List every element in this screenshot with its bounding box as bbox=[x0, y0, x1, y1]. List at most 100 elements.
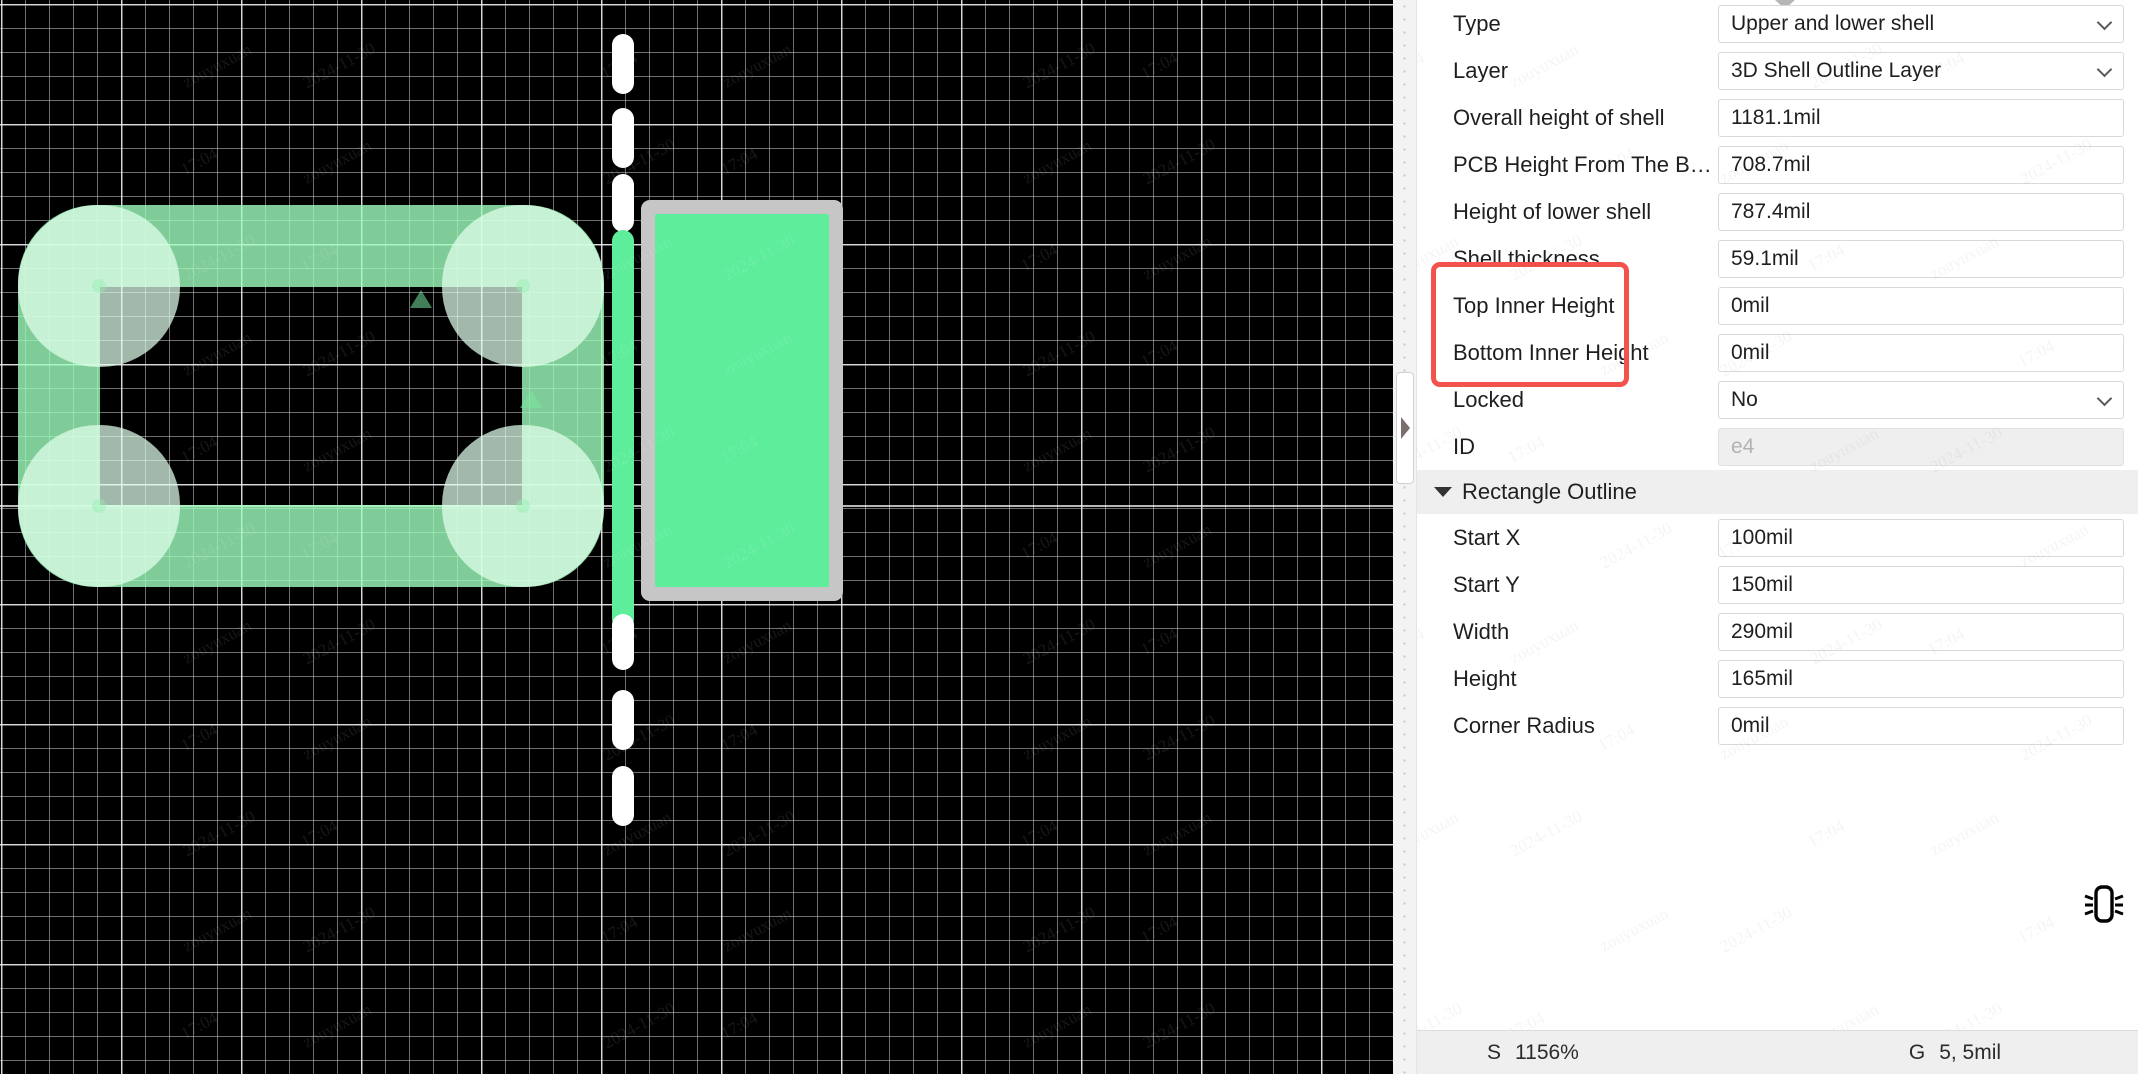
property-value: 59.1mil bbox=[1731, 248, 1799, 269]
chevron-down-icon[interactable] bbox=[2096, 14, 2113, 30]
property-row: Type Upper and lower shell bbox=[1417, 0, 2138, 47]
property-input[interactable]: 290mil bbox=[1718, 612, 2124, 651]
status-bar: S 1156% G 5, 5mil bbox=[1417, 1030, 2138, 1074]
property-row: Bottom Inner Height 0mil bbox=[1417, 329, 2138, 376]
property-label: Locked bbox=[1453, 388, 1524, 411]
panel-splitter[interactable] bbox=[1393, 0, 1417, 1074]
property-value: 150mil bbox=[1731, 574, 1793, 595]
property-row: Start Y 150mil bbox=[1417, 561, 2138, 608]
property-input[interactable]: 59.1mil bbox=[1718, 239, 2124, 278]
group-property-list: Start X 100mil Start Y 150mil Width 290mil Hei… bbox=[1417, 514, 2138, 749]
watermark-text: 2024-11-30 bbox=[1927, 999, 2006, 1030]
watermark-text: zouyuxuan bbox=[1597, 904, 1672, 957]
property-row: Overall height of shell 1181.1mil bbox=[1417, 94, 2138, 141]
property-value: 290mil bbox=[1731, 621, 1793, 642]
property-input[interactable]: 165mil bbox=[1718, 659, 2124, 698]
property-label: Layer bbox=[1453, 59, 1509, 82]
status-snap-value: 1156% bbox=[1515, 1041, 1579, 1064]
property-label: ID bbox=[1453, 435, 1475, 458]
property-select[interactable]: 3D Shell Outline Layer bbox=[1718, 51, 2124, 90]
property-input[interactable]: 708.7mil bbox=[1718, 145, 2124, 184]
watermark-text: zouyuxuan bbox=[1417, 808, 1462, 861]
property-label: Bottom Inner Height bbox=[1453, 341, 1649, 364]
status-grid-key: G bbox=[1908, 1041, 1926, 1064]
property-row: Height of lower shell 787.4mil bbox=[1417, 188, 2138, 235]
component-resize-cursor-icon bbox=[2084, 885, 2124, 923]
property-select[interactable]: No bbox=[1718, 380, 2124, 419]
property-row: Locked No bbox=[1417, 376, 2138, 423]
property-input[interactable]: 1181.1mil bbox=[1718, 98, 2124, 137]
status-snap-key: S bbox=[1487, 1041, 1502, 1064]
watermark-text: 2024-11-30 bbox=[1507, 807, 1586, 862]
board-edge-bar[interactable] bbox=[612, 230, 634, 630]
watermark-text: 17:04 bbox=[1805, 816, 1849, 852]
panel-collapse-button[interactable] bbox=[1396, 372, 1414, 484]
property-input[interactable]: 787.4mil bbox=[1718, 192, 2124, 231]
property-input[interactable]: 150mil bbox=[1718, 565, 2124, 604]
property-select[interactable]: Upper and lower shell bbox=[1718, 4, 2124, 43]
property-input[interactable]: 0mil bbox=[1718, 286, 2124, 325]
pcb-canvas[interactable]: zouyuxuan2024-11-3017:04zouyuxuan2024-11… bbox=[0, 0, 1393, 1074]
chevron-down-icon[interactable] bbox=[2096, 390, 2113, 406]
property-row: Top Inner Height 0mil bbox=[1417, 282, 2138, 329]
property-row: ID e4 bbox=[1417, 423, 2138, 470]
property-list: Type Upper and lower shell Layer 3D Shell O… bbox=[1417, 0, 2138, 470]
property-label: Width bbox=[1453, 620, 1510, 643]
watermark-text: zouyuxuan bbox=[1807, 1000, 1882, 1030]
watermark-text: 17:04 bbox=[2015, 912, 2059, 948]
status-grid-value: 5, 5mil bbox=[1939, 1041, 2002, 1064]
property-value: 0mil bbox=[1731, 342, 1770, 363]
property-value: e4 bbox=[1731, 436, 1755, 457]
property-value: 787.4mil bbox=[1731, 201, 1811, 222]
property-label: Height bbox=[1453, 667, 1517, 690]
property-row: Shell thickness 59.1mil bbox=[1417, 235, 2138, 282]
shell-body-rect[interactable] bbox=[641, 200, 843, 601]
shell-origin-marker-right bbox=[520, 390, 542, 408]
property-row: PCB Height From The Botto… 708.7mil bbox=[1417, 141, 2138, 188]
status-grid: G 5, 5mil bbox=[1909, 1042, 2001, 1063]
property-label: Top Inner Height bbox=[1453, 294, 1615, 317]
property-label: Type bbox=[1453, 12, 1501, 35]
property-input[interactable]: 0mil bbox=[1718, 706, 2124, 745]
group-header-rectangle-outline[interactable]: Rectangle Outline bbox=[1417, 470, 2138, 514]
property-input: e4 bbox=[1718, 427, 2124, 466]
property-input[interactable]: 0mil bbox=[1718, 333, 2124, 372]
property-value: 100mil bbox=[1731, 527, 1793, 548]
property-input[interactable]: 100mil bbox=[1718, 518, 2124, 557]
selection-dash-4 bbox=[612, 614, 634, 670]
property-label: Shell thickness bbox=[1453, 247, 1600, 270]
property-row: Width 290mil bbox=[1417, 608, 2138, 655]
shell-body-fill bbox=[655, 214, 829, 587]
status-snap: S 1156% bbox=[1487, 1042, 1579, 1063]
property-value: 3D Shell Outline Layer bbox=[1731, 60, 1942, 81]
app-root: zouyuxuan2024-11-3017:04zouyuxuan2024-11… bbox=[0, 0, 2138, 1074]
property-label: Overall height of shell bbox=[1453, 106, 1665, 129]
property-label: Height of lower shell bbox=[1453, 200, 1652, 223]
shell-origin-marker-top bbox=[410, 290, 432, 308]
property-row: Height 165mil bbox=[1417, 655, 2138, 702]
caret-down-icon[interactable] bbox=[1434, 487, 1452, 497]
property-row: Layer 3D Shell Outline Layer bbox=[1417, 47, 2138, 94]
watermark-text: 2024-11-30 bbox=[1417, 999, 1466, 1030]
property-row: Corner Radius 0mil bbox=[1417, 702, 2138, 749]
property-label: PCB Height From The Botto… bbox=[1453, 153, 1718, 176]
property-value: 0mil bbox=[1731, 295, 1770, 316]
watermark-text: 17:04 bbox=[1505, 1008, 1549, 1030]
chevron-down-icon[interactable] bbox=[2096, 61, 2113, 77]
property-value: 1181.1mil bbox=[1731, 107, 1821, 128]
selection-dash-1 bbox=[612, 34, 634, 94]
property-label: Start X bbox=[1453, 526, 1521, 549]
properties-scroll-region[interactable]: Type Upper and lower shell Layer 3D Shell O… bbox=[1417, 0, 2138, 1030]
property-value: 165mil bbox=[1731, 668, 1793, 689]
properties-panel: Type Upper and lower shell Layer 3D Shell O… bbox=[1417, 0, 2138, 1074]
property-label: Corner Radius bbox=[1453, 714, 1595, 737]
splitter-grip bbox=[1403, 0, 1406, 1074]
selection-dash-2 bbox=[612, 108, 634, 168]
property-value: Upper and lower shell bbox=[1731, 13, 1935, 34]
watermark-text: zouyuxuan bbox=[1927, 808, 2002, 861]
chevron-right-icon bbox=[1400, 417, 1410, 439]
shell-outline-rounded-rect[interactable] bbox=[18, 205, 604, 587]
group-title: Rectangle Outline bbox=[1462, 479, 1637, 504]
property-row: Start X 100mil bbox=[1417, 514, 2138, 561]
property-value: 708.7mil bbox=[1731, 154, 1811, 175]
